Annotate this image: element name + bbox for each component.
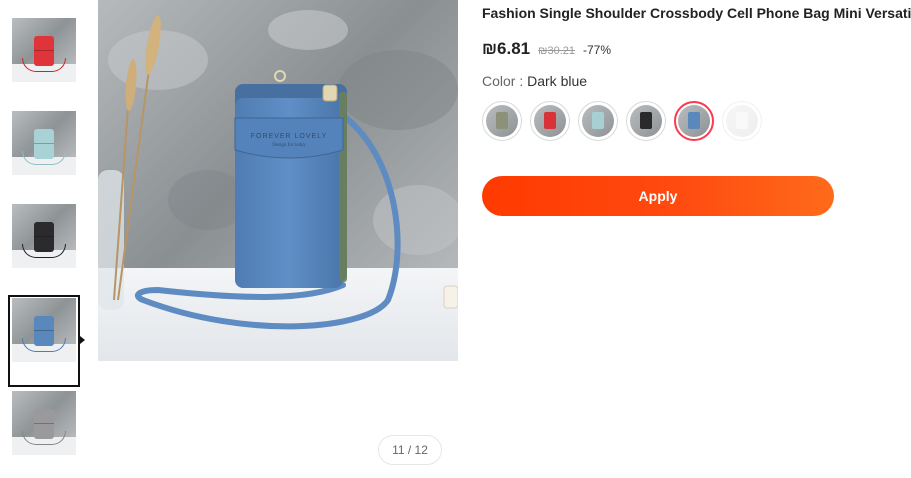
color-swatches: [482, 101, 782, 143]
discount-badge: -77%: [583, 43, 612, 57]
product-title: Fashion Single Shoulder Crossbody Cell P…: [482, 5, 911, 21]
price-row: ₪6.81 ₪30.21 -77%: [482, 39, 611, 61]
swatch-white[interactable]: [722, 101, 762, 141]
bag-image: [592, 112, 604, 129]
apply-button[interactable]: Apply: [482, 176, 834, 216]
original-price: ₪30.21: [538, 45, 575, 57]
thumbnail-black[interactable]: [12, 204, 76, 268]
color-value: Dark blue: [527, 73, 588, 89]
bag-image: [736, 112, 748, 129]
color-label: Color :: [482, 73, 528, 89]
swatch-red[interactable]: [530, 101, 570, 141]
swatch-dark-blue[interactable]: [674, 101, 714, 141]
thumbnail-light-blue[interactable]: [12, 111, 76, 175]
thumbnail-gray[interactable]: [12, 391, 76, 455]
swatch-black[interactable]: [626, 101, 666, 141]
thumbnail-rail: [0, 0, 90, 478]
bag-print-text: FOREVER LOVELY: [251, 133, 328, 140]
bag-image: [544, 112, 556, 129]
current-price: ₪6.81: [482, 39, 531, 58]
thumbnail-selected-frame: [8, 295, 80, 387]
bag-image: [496, 112, 508, 129]
bag-image: [688, 112, 700, 129]
product-info: Fashion Single Shoulder Crossbody Cell P…: [482, 0, 911, 478]
swatch-khaki[interactable]: [482, 101, 522, 141]
bag-subprint-text: Design for today: [272, 143, 306, 148]
image-pager: 11 / 12: [378, 435, 442, 465]
product-page: FOREVER LOVELY Design for today 11 / 12 …: [0, 0, 911, 478]
swatch-light-blue[interactable]: [578, 101, 618, 141]
color-selection-label: Color : Dark blue: [482, 73, 587, 89]
thumbnail-red[interactable]: [12, 18, 76, 82]
thumbnail-pointer-icon: [80, 336, 85, 344]
bag-image: [640, 112, 652, 129]
main-product-image[interactable]: FOREVER LOVELY Design for today: [98, 0, 458, 361]
